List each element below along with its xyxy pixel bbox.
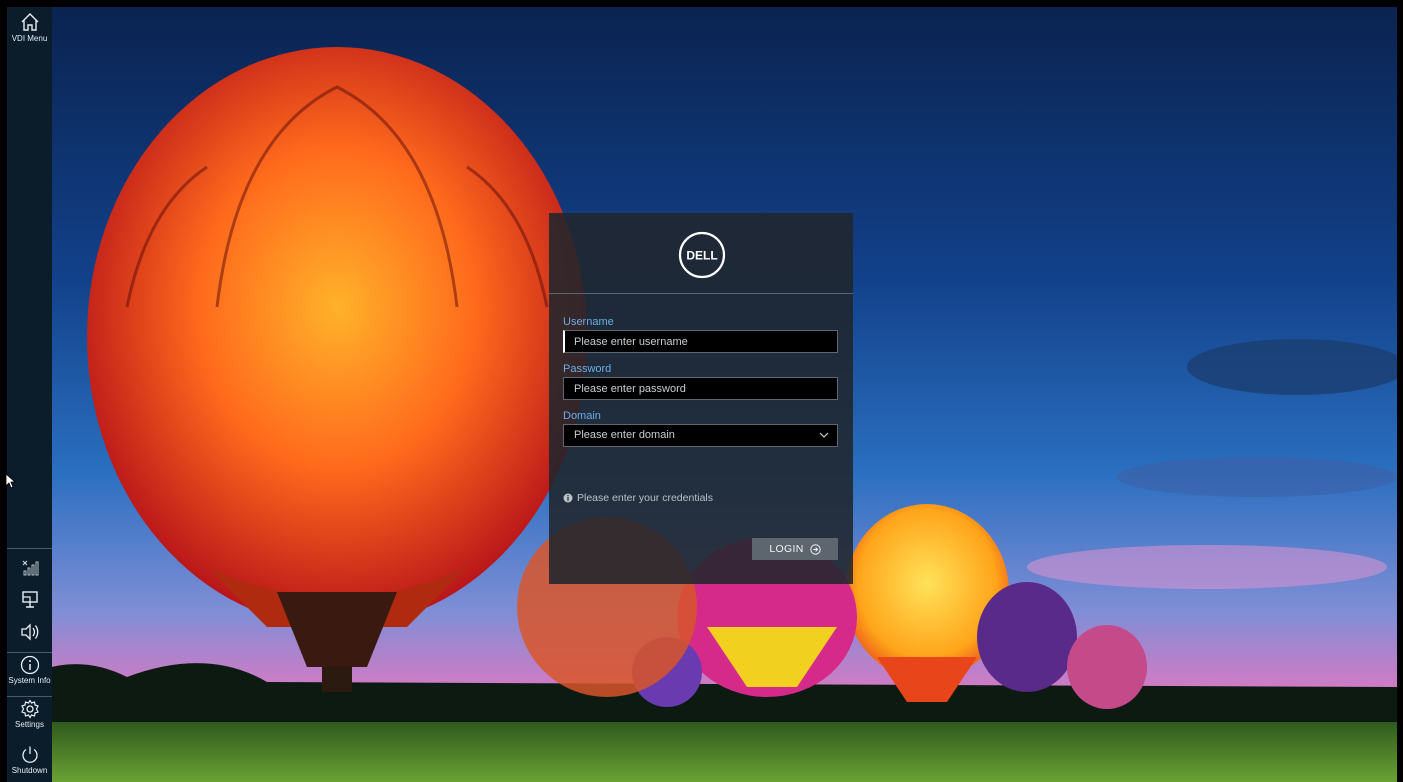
volume-icon bbox=[20, 623, 38, 641]
settings-button[interactable]: Settings bbox=[7, 699, 52, 730]
home-icon bbox=[21, 13, 38, 31]
volume-button[interactable] bbox=[7, 622, 52, 642]
info-icon bbox=[20, 655, 39, 675]
password-input[interactable] bbox=[563, 377, 838, 400]
dialog-divider bbox=[549, 293, 853, 294]
domain-select-value: Please enter domain bbox=[574, 429, 675, 441]
username-input[interactable] bbox=[563, 330, 838, 353]
gear-icon bbox=[20, 699, 39, 719]
shutdown-label: Shutdown bbox=[11, 766, 48, 775]
display-icon bbox=[21, 591, 38, 608]
sidebar-divider bbox=[7, 696, 52, 697]
system-info-button[interactable]: System Info bbox=[7, 655, 52, 686]
login-dialog: DELL Username Password Domain Please ent… bbox=[549, 213, 853, 584]
shutdown-button[interactable]: Shutdown bbox=[7, 745, 52, 776]
info-circle-icon bbox=[563, 493, 573, 503]
display-settings-button[interactable] bbox=[7, 590, 52, 610]
settings-label: Settings bbox=[15, 720, 44, 729]
network-disconnected-icon bbox=[22, 560, 38, 576]
login-button[interactable]: LOGIN bbox=[752, 538, 838, 560]
sidebar: VDI Menu System Info Settings Shutdown bbox=[7, 7, 52, 782]
status-message-text: Please enter your credentials bbox=[577, 492, 713, 504]
network-status-button[interactable] bbox=[7, 560, 52, 576]
dell-logo-text: DELL bbox=[686, 249, 717, 263]
system-info-label: System Info bbox=[8, 676, 51, 685]
domain-label: Domain bbox=[563, 410, 601, 422]
password-label: Password bbox=[563, 363, 612, 375]
sidebar-divider bbox=[7, 652, 52, 653]
vdi-menu-button[interactable]: VDI Menu bbox=[7, 11, 52, 44]
dell-logo: DELL bbox=[678, 231, 726, 279]
login-arrow-icon bbox=[809, 543, 821, 555]
chevron-down-icon bbox=[819, 432, 829, 438]
domain-select[interactable]: Please enter domain bbox=[563, 424, 838, 447]
login-button-label: LOGIN bbox=[769, 543, 804, 555]
vdi-menu-label: VDI Menu bbox=[11, 34, 48, 43]
username-label: Username bbox=[563, 316, 614, 328]
mouse-cursor bbox=[6, 474, 16, 489]
sidebar-divider bbox=[7, 548, 52, 549]
power-icon bbox=[21, 746, 38, 763]
status-message: Please enter your credentials bbox=[563, 492, 713, 504]
